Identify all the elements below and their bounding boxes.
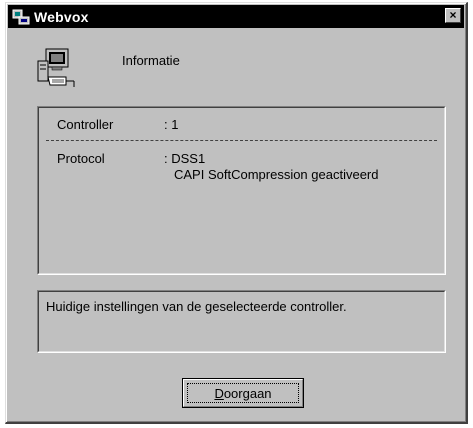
info-panel: Controller : 1 Protocol : DSS1 CAPI Soft… bbox=[37, 106, 446, 275]
close-button[interactable]: × bbox=[445, 8, 461, 23]
status-text: Huidige instellingen van de geselecteerd… bbox=[46, 299, 347, 314]
app-icon-small bbox=[12, 9, 30, 24]
dialog-window: Webvox × Informatie Controller : 1 Proto… bbox=[5, 2, 468, 424]
continue-button[interactable]: Doorgaan bbox=[182, 378, 304, 408]
close-icon: × bbox=[449, 8, 457, 22]
protocol-value-1: : DSS1 bbox=[164, 151, 206, 166]
network-computer-icon bbox=[37, 48, 75, 87]
controller-value: : 1 bbox=[164, 117, 179, 132]
continue-button-label: Doorgaan bbox=[214, 385, 272, 401]
divider bbox=[46, 140, 437, 141]
information-heading: Informatie bbox=[122, 53, 180, 68]
protocol-value-2: CAPI SoftCompression geactiveerd bbox=[174, 167, 379, 182]
protocol-label: Protocol bbox=[57, 151, 105, 166]
window-title: Webvox bbox=[34, 8, 89, 25]
controller-label: Controller bbox=[57, 117, 114, 132]
status-panel: Huidige instellingen van de geselecteerd… bbox=[37, 290, 446, 353]
title-bar[interactable]: Webvox × bbox=[8, 5, 464, 28]
